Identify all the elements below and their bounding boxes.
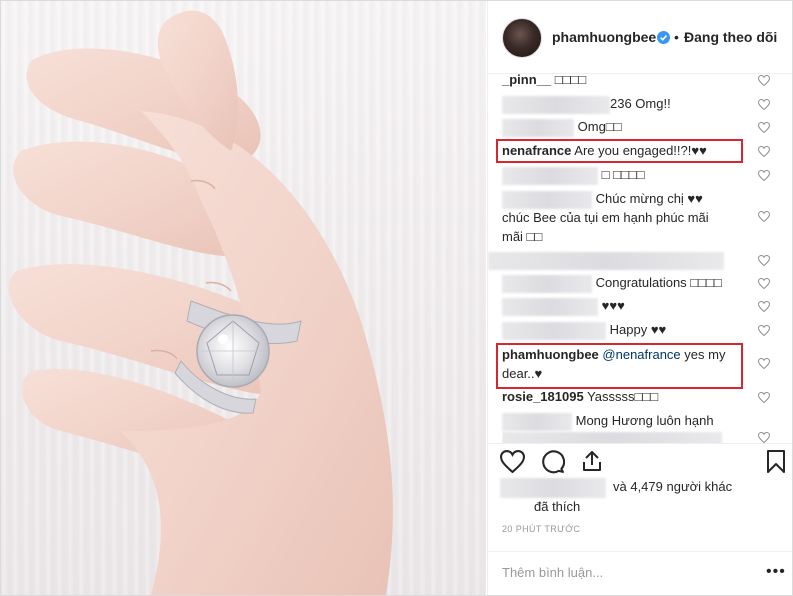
avatar[interactable] bbox=[502, 18, 542, 58]
blurred-username bbox=[502, 297, 598, 316]
blurred-username bbox=[502, 274, 592, 293]
comment-like-icon[interactable] bbox=[758, 75, 770, 86]
comments-list[interactable]: _pinn__ □□□□ 236 Omg!! Omg□□ nenafrance … bbox=[488, 73, 792, 443]
add-comment-input[interactable]: Thêm bình luận... bbox=[502, 565, 603, 580]
blurred-username bbox=[502, 190, 592, 209]
likes-count[interactable]: và 4,479 người khác bbox=[613, 479, 732, 494]
comment-like-icon[interactable] bbox=[758, 325, 770, 336]
comment-item: □ □□□□ bbox=[502, 166, 752, 185]
hand-with-ring-image bbox=[8, 10, 393, 595]
comment-item: Congratulations □□□□ bbox=[502, 274, 752, 293]
comment-text: Omg□□ bbox=[577, 119, 622, 134]
comment-like-icon[interactable] bbox=[758, 432, 770, 443]
following-button[interactable]: Đang theo dõi bbox=[684, 29, 777, 45]
likes-label: đã thích bbox=[534, 499, 581, 514]
comment-item: mãi □□ bbox=[502, 228, 752, 246]
comment-item: chúc Bee của tụi em hạnh phúc mãi bbox=[502, 209, 752, 227]
highlight-box bbox=[496, 139, 743, 163]
comment-like-icon[interactable] bbox=[758, 211, 770, 222]
post-photo[interactable] bbox=[1, 1, 486, 595]
add-comment-bar: Thêm bình luận... ••• bbox=[488, 551, 792, 595]
blurred-username bbox=[502, 166, 598, 185]
header-separator: • bbox=[674, 29, 679, 45]
bookmark-icon[interactable] bbox=[766, 449, 786, 474]
comment-text: ♥♥♥ bbox=[601, 298, 625, 313]
comment-text: Happy ♥♥ bbox=[609, 322, 667, 337]
comment-like-icon[interactable] bbox=[758, 358, 770, 369]
blurred-liker bbox=[500, 478, 606, 498]
blurred-comment bbox=[502, 431, 722, 443]
comment-like-icon[interactable] bbox=[758, 146, 770, 157]
comment-username[interactable]: _pinn__ bbox=[502, 73, 551, 87]
comment-like-icon[interactable] bbox=[758, 99, 770, 110]
comment-like-icon[interactable] bbox=[758, 301, 770, 312]
comment-text: mãi □□ bbox=[502, 229, 543, 244]
blurred-username bbox=[502, 412, 572, 431]
post-actions bbox=[488, 443, 792, 480]
comment-text: 236 Omg!! bbox=[610, 96, 671, 111]
post-sidebar: phamhuongbee • Đang theo dõi _pinn__ □□□… bbox=[487, 1, 792, 595]
comment-bubble-icon[interactable] bbox=[540, 449, 565, 474]
post-header: phamhuongbee • Đang theo dõi bbox=[488, 1, 792, 74]
comment-item: Mong Hương luôn hạnh bbox=[502, 412, 752, 431]
comment-text: □ □□□□ bbox=[601, 167, 645, 182]
comment-text: Mong Hương luôn hạnh bbox=[575, 413, 714, 428]
comment-item-cut bbox=[502, 431, 752, 443]
comment-item: 236 Omg!! bbox=[502, 95, 752, 114]
comment-item: Chúc mừng chị ♥♥ bbox=[502, 190, 752, 209]
heart-outline-icon[interactable] bbox=[500, 450, 525, 473]
comment-username[interactable]: rosie_181095 bbox=[502, 389, 584, 404]
comment-text: □□□□ bbox=[554, 73, 587, 87]
more-options-icon[interactable]: ••• bbox=[766, 563, 786, 581]
comment-like-icon[interactable] bbox=[758, 278, 770, 289]
comment-item: rosie_181095 Yasssss□□□ bbox=[502, 388, 752, 406]
comment-text: chúc Bee của tụi em hạnh phúc mãi bbox=[502, 210, 709, 225]
comment-item: _pinn__ □□□□ bbox=[502, 73, 752, 89]
comment-item: Omg□□ bbox=[502, 118, 752, 137]
blurred-username bbox=[502, 118, 574, 137]
comment-text: Yasssss□□□ bbox=[587, 389, 659, 404]
post-modal: phamhuongbee • Đang theo dõi _pinn__ □□□… bbox=[0, 0, 793, 596]
comment-like-icon[interactable] bbox=[758, 255, 770, 266]
highlight-box bbox=[496, 343, 743, 389]
comment-like-icon[interactable] bbox=[758, 122, 770, 133]
verified-badge-icon bbox=[657, 31, 670, 44]
blurred-username bbox=[502, 321, 606, 340]
comment-item bbox=[488, 251, 738, 270]
post-timestamp[interactable]: 20 PHÚT TRƯỚC bbox=[502, 524, 580, 534]
share-icon[interactable] bbox=[580, 449, 604, 473]
comment-like-icon[interactable] bbox=[758, 392, 770, 403]
username-link[interactable]: phamhuongbee bbox=[552, 29, 656, 45]
blurred-username bbox=[502, 95, 610, 114]
comment-item: ♥♥♥ bbox=[502, 297, 752, 316]
comment-text: Chúc mừng chị ♥♥ bbox=[595, 191, 703, 206]
comment-item: Happy ♥♥ bbox=[502, 321, 752, 340]
blurred-comment bbox=[488, 251, 724, 270]
comment-like-icon[interactable] bbox=[758, 170, 770, 181]
comment-text: Congratulations □□□□ bbox=[595, 275, 722, 290]
